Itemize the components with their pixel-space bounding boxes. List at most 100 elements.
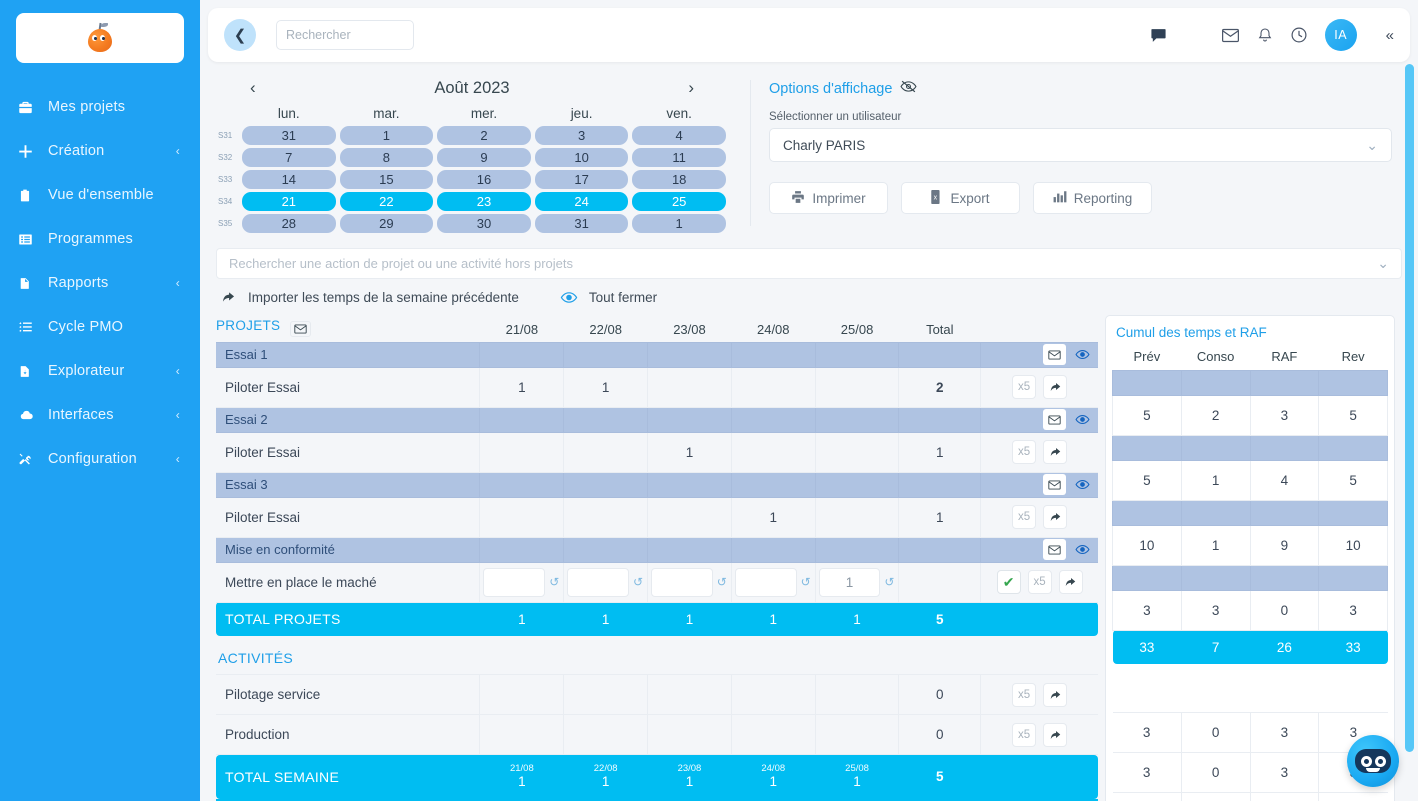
share-arrow-icon[interactable] xyxy=(1058,570,1083,594)
envelope-icon[interactable] xyxy=(290,320,312,337)
multiply-button[interactable]: x5 xyxy=(1027,570,1052,594)
user-select[interactable]: Charly PARIS ⌄ xyxy=(769,128,1392,162)
day-cell[interactable] xyxy=(814,366,900,408)
calendar-day[interactable]: 31 xyxy=(534,214,629,233)
mail-icon[interactable] xyxy=(1221,28,1240,43)
calendar-day[interactable]: 23 xyxy=(437,192,531,211)
calendar-day[interactable]: 16 xyxy=(437,170,531,189)
sidebar-item-interfaces[interactable]: Interfaces ‹ xyxy=(0,393,200,437)
calendar-day[interactable]: 3 xyxy=(534,126,629,145)
sidebar-item-vue-densemble[interactable]: Vue d'ensemble xyxy=(0,173,200,217)
day-cell[interactable] xyxy=(647,366,732,408)
history-icon[interactable]: ↺ xyxy=(717,575,727,589)
day-cell[interactable] xyxy=(479,714,565,755)
envelope-icon[interactable] xyxy=(1043,409,1066,430)
day-input-cell[interactable]: ↺ xyxy=(479,561,565,603)
calendar-day[interactable]: 17 xyxy=(534,170,629,189)
day-cell[interactable]: 1 xyxy=(730,496,816,538)
share-arrow-icon[interactable] xyxy=(1043,722,1068,747)
calendar-day[interactable]: 30 xyxy=(437,214,531,233)
import-previous-week-label[interactable]: Importer les temps de la semaine précéde… xyxy=(248,290,519,305)
day-cell[interactable] xyxy=(479,496,565,538)
multiply-button[interactable]: x5 xyxy=(1012,682,1037,707)
history-icon[interactable]: ↺ xyxy=(549,575,559,589)
share-arrow-icon[interactable] xyxy=(1043,505,1068,529)
search-input[interactable] xyxy=(276,20,414,50)
share-arrow-icon[interactable] xyxy=(1043,375,1068,399)
day-cell[interactable] xyxy=(647,714,732,755)
day-cell[interactable] xyxy=(814,714,900,755)
day-cell[interactable] xyxy=(647,674,732,715)
calendar-day[interactable]: 11 xyxy=(632,148,726,167)
calendar-day[interactable]: 1 xyxy=(632,214,726,233)
calendar-day[interactable]: 28 xyxy=(242,214,336,233)
logo[interactable] xyxy=(16,13,184,63)
day-input-cell[interactable]: ↺ xyxy=(563,561,649,603)
day-cell[interactable] xyxy=(563,496,649,538)
day-cell[interactable] xyxy=(479,674,565,715)
avatar[interactable]: IA xyxy=(1324,19,1357,51)
chatbot-button[interactable] xyxy=(1347,735,1399,787)
calendar-day[interactable]: 24 xyxy=(534,192,629,211)
day-cell[interactable] xyxy=(730,366,816,408)
bell-icon[interactable] xyxy=(1257,26,1273,44)
day-cell[interactable] xyxy=(563,431,649,473)
share-arrow-icon[interactable] xyxy=(218,287,238,307)
calendar-day[interactable]: 4 xyxy=(632,126,726,145)
day-cell[interactable]: 1 xyxy=(647,431,732,473)
day-cell[interactable] xyxy=(730,714,816,755)
calendar-day[interactable]: 14 xyxy=(242,170,336,189)
day-cell[interactable] xyxy=(479,431,565,473)
share-arrow-icon[interactable] xyxy=(1043,682,1068,707)
clock-icon[interactable] xyxy=(1290,26,1308,44)
calendar-day[interactable]: 7 xyxy=(242,148,336,167)
calendar-day[interactable]: 1 xyxy=(339,126,434,145)
validate-icon[interactable]: ✔ xyxy=(996,570,1021,594)
eye-icon[interactable] xyxy=(1075,544,1090,555)
calendar-day[interactable]: 22 xyxy=(339,192,434,211)
action-search-field[interactable]: Rechercher une action de projet ou une a… xyxy=(216,248,1402,279)
day-cell[interactable] xyxy=(814,431,900,473)
day-cell[interactable] xyxy=(563,714,649,755)
calendar-day[interactable]: 31 xyxy=(242,126,336,145)
day-cell[interactable] xyxy=(730,431,816,473)
collapse-all-label[interactable]: Tout fermer xyxy=(589,290,657,305)
multiply-button[interactable]: x5 xyxy=(1012,722,1037,747)
day-cell[interactable] xyxy=(814,496,900,538)
table-group-row[interactable]: Mise en conformité xyxy=(216,536,1098,563)
calendar-day[interactable]: 29 xyxy=(339,214,434,233)
eye-icon[interactable] xyxy=(1075,479,1090,490)
calendar-prev-button[interactable]: ‹ xyxy=(244,78,262,98)
day-cell[interactable]: 1 xyxy=(563,366,649,408)
collapse-panel-icon[interactable]: « xyxy=(1386,27,1394,44)
eye-icon[interactable] xyxy=(1075,414,1090,425)
calendar-day[interactable]: 25 xyxy=(632,192,726,211)
table-group-row[interactable]: Essai 1 xyxy=(216,341,1098,368)
sidebar-item-cycle-pmo[interactable]: Cycle PMO xyxy=(0,305,200,349)
eye-slash-icon[interactable] xyxy=(900,80,917,97)
sidebar-item-programmes[interactable]: Programmes xyxy=(0,217,200,261)
history-icon[interactable]: ↺ xyxy=(633,575,643,589)
multiply-button[interactable]: x5 xyxy=(1012,375,1037,399)
day-cell[interactable]: 1 xyxy=(479,366,565,408)
sidebar-item-configuration[interactable]: Configuration ‹ xyxy=(0,437,200,481)
calendar-day[interactable]: 10 xyxy=(534,148,629,167)
history-icon[interactable]: ↺ xyxy=(884,575,894,589)
day-cell[interactable] xyxy=(647,496,732,538)
day-cell[interactable] xyxy=(730,674,816,715)
multiply-button[interactable]: x5 xyxy=(1012,505,1037,529)
day-input-cell[interactable]: ↺ xyxy=(647,561,732,603)
sidebar-item-rapports[interactable]: Rapports ‹ xyxy=(0,261,200,305)
calendar-day[interactable]: 2 xyxy=(437,126,531,145)
calendar-day[interactable]: 9 xyxy=(437,148,531,167)
eye-icon[interactable] xyxy=(559,287,579,307)
envelope-icon[interactable] xyxy=(1043,539,1066,560)
history-icon[interactable]: ↺ xyxy=(801,575,811,589)
vertical-scrollbar[interactable] xyxy=(1405,64,1414,756)
calendar-next-button[interactable]: › xyxy=(682,78,700,98)
envelope-icon[interactable] xyxy=(1043,344,1066,365)
envelope-icon[interactable] xyxy=(1043,474,1066,495)
calendar-day[interactable]: 8 xyxy=(339,148,434,167)
share-arrow-icon[interactable] xyxy=(1043,440,1068,464)
back-button[interactable]: ❮ xyxy=(224,19,256,51)
